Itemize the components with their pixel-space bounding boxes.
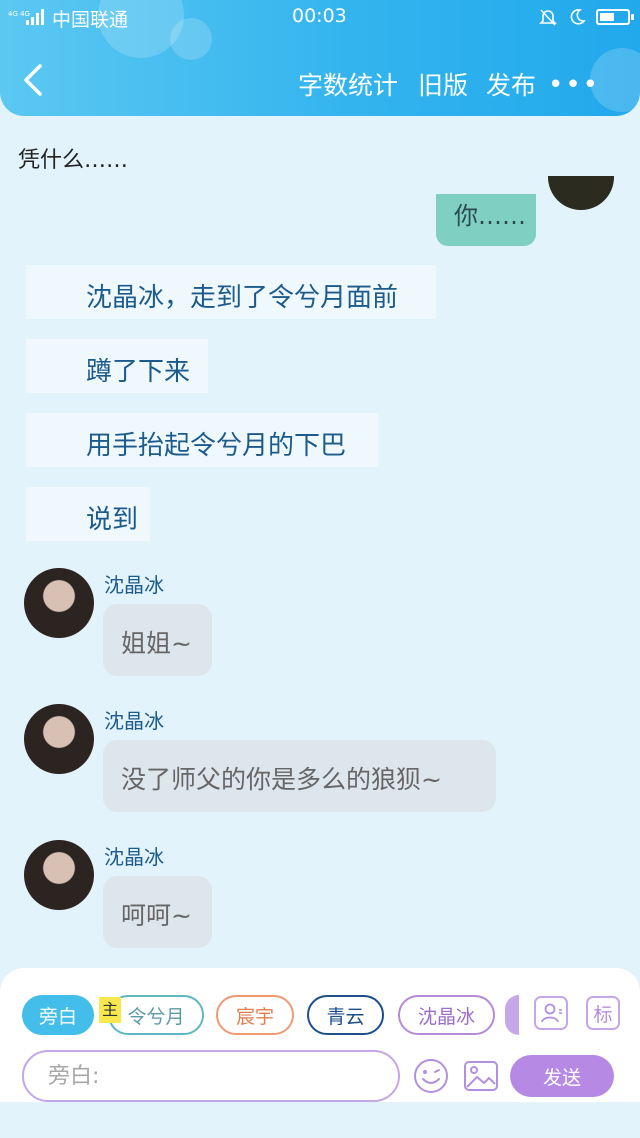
avatar[interactable] — [548, 176, 614, 210]
network-type-label: 4G 4G — [8, 10, 30, 18]
tag-icon[interactable]: 标 — [586, 996, 620, 1030]
send-button[interactable]: 发送 — [510, 1055, 614, 1097]
narration-bubble[interactable]: 蹲了下来 — [26, 339, 208, 393]
old-version-button[interactable]: 旧版 — [418, 66, 468, 102]
main-character-badge: 主 — [99, 997, 121, 1023]
role-chip-chenyu[interactable]: 宸宇 — [216, 995, 294, 1035]
moon-icon — [570, 9, 586, 25]
battery-icon — [596, 9, 634, 25]
chat-message-bubble[interactable]: 姐姐~ — [103, 604, 212, 676]
avatar[interactable] — [24, 704, 94, 774]
word-count-button[interactable]: 字数统计 — [298, 66, 398, 102]
narration-bubble[interactable]: 说到 — [26, 487, 150, 541]
chat-message-bubble[interactable]: 没了师父的你是多么的狼狈~ — [103, 740, 496, 812]
message-input[interactable] — [22, 1050, 400, 1102]
avatar[interactable] — [24, 568, 94, 638]
status-bar: 4G 4G 中国联通 00:03 — [0, 0, 640, 34]
narration-text: 凭什么…… — [18, 148, 129, 173]
publish-button[interactable]: 发布 — [486, 66, 536, 102]
avatar[interactable] — [24, 840, 94, 910]
signal-icon: 4G 4G — [8, 9, 44, 25]
app-header: 4G 4G 中国联通 00:03 字数统计 旧版 发布 ••• — [0, 0, 640, 116]
role-chip-partial[interactable] — [505, 995, 519, 1035]
mute-bell-icon — [539, 9, 557, 26]
role-chip-lingxiyue[interactable]: 令兮月 — [108, 995, 204, 1035]
chat-message-bubble[interactable]: 呵呵~ — [103, 876, 212, 948]
more-menu-button[interactable]: ••• — [548, 70, 600, 100]
clock: 00:03 — [292, 5, 347, 27]
bottom-safe-area — [0, 1102, 640, 1138]
narration-bubble[interactable]: 沈晶冰，走到了令兮月面前 — [26, 265, 436, 319]
status-icons — [538, 6, 634, 28]
carrier-name: 中国联通 — [52, 9, 129, 31]
image-icon[interactable] — [462, 1057, 500, 1095]
role-chip-shenjingbing[interactable]: 沈晶冰 — [398, 995, 495, 1035]
sender-name: 沈晶冰 — [104, 573, 164, 597]
sent-message-bubble[interactable]: 你…… — [436, 194, 536, 246]
back-arrow-icon[interactable] — [18, 60, 54, 100]
nav-bar: 字数统计 旧版 发布 ••• — [0, 50, 640, 116]
sender-name: 沈晶冰 — [104, 709, 164, 733]
role-chip-narrator[interactable]: 旁白 — [22, 995, 94, 1035]
sender-name: 沈晶冰 — [104, 845, 164, 869]
role-chip-qingyun[interactable]: 青云 — [307, 995, 384, 1035]
character-manage-icon[interactable] — [534, 996, 568, 1030]
emoji-icon[interactable] — [412, 1057, 450, 1095]
narration-bubble[interactable]: 用手抬起令兮月的下巴 — [26, 413, 378, 467]
